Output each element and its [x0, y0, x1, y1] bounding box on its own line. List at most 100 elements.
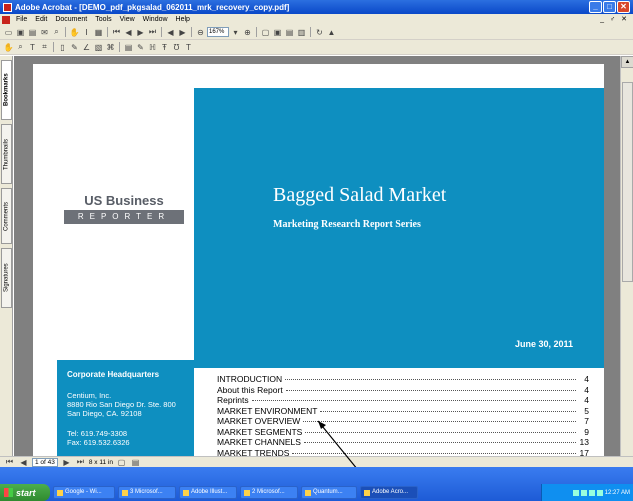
zoom-out-icon[interactable]: ⊖ [195, 27, 206, 38]
previous-page-icon[interactable]: ◀ [123, 27, 134, 38]
toc-label: MARKET TRENDS [217, 447, 290, 457]
next-page-icon[interactable]: ▶ [61, 457, 72, 468]
toc-page: 4 [584, 374, 589, 384]
go-back-icon[interactable]: ◀ [165, 27, 176, 38]
scrollbar-thumb[interactable] [622, 82, 633, 282]
reflow-icon[interactable]: ▥ [296, 27, 307, 38]
first-page-icon[interactable]: ⏮ [4, 457, 15, 468]
fit-width-icon[interactable]: ▤ [284, 27, 295, 38]
acrobat-help-icon[interactable]: ▲ [326, 27, 337, 38]
page-number-field[interactable]: 1 of 43 [32, 457, 58, 467]
antivirus-icon[interactable] [588, 489, 595, 496]
toc-entry[interactable]: INTRODUCTION 4 [217, 374, 589, 385]
hand-icon[interactable]: ✋ [3, 42, 14, 53]
zoom-dropdown-icon[interactable]: ▾ [230, 27, 241, 38]
scroll-up-arrow-icon[interactable]: ▲ [621, 56, 633, 68]
first-page-icon[interactable]: ⏮ [111, 27, 122, 38]
form-field-icon[interactable]: ▤ [123, 42, 134, 53]
search-icon[interactable]: ⌕ [51, 27, 62, 38]
toc-entry[interactable]: About this Report 4 [217, 385, 589, 396]
note-icon[interactable]: ▯ [57, 42, 68, 53]
office-icon [122, 489, 128, 496]
tab-signatures[interactable]: Signatures [1, 248, 12, 308]
taskbar-item-illustrator[interactable]: Adobe Illust... [179, 486, 237, 499]
hq-company: Centium, Inc. [67, 391, 112, 400]
minimize-button[interactable]: _ [589, 1, 602, 13]
open-icon[interactable]: ▭ [3, 27, 14, 38]
menu-view[interactable]: View [116, 16, 139, 23]
zoom-tool-icon[interactable]: ⌕ [15, 42, 26, 53]
close-button[interactable]: ✕ [617, 1, 630, 13]
start-button[interactable]: start [0, 484, 50, 501]
article-icon[interactable]: ✎ [135, 42, 146, 53]
toc-label: Reprints [217, 395, 249, 405]
pdf-page: Bagged Salad Market Marketing Research R… [33, 64, 604, 456]
previous-page-icon[interactable]: ◀ [18, 457, 29, 468]
clock[interactable]: 12:27 AM [605, 490, 630, 496]
pencil-icon[interactable]: ✎ [69, 42, 80, 53]
toc-entry[interactable]: MARKET ENVIRONMENT 5 [217, 406, 589, 417]
tab-thumbnails[interactable]: Thumbnails [1, 124, 12, 184]
acrobat-app-icon [3, 2, 12, 12]
fit-page-icon[interactable]: ▣ [272, 27, 283, 38]
toc-entry[interactable]: MARKET SEGMENTS 9 [217, 427, 589, 438]
line-icon[interactable]: ∠ [81, 42, 92, 53]
next-page-icon[interactable]: ▶ [135, 27, 146, 38]
menu-window[interactable]: Window [139, 16, 172, 23]
update-icon[interactable] [596, 489, 603, 496]
menu-edit[interactable]: Edit [31, 16, 51, 23]
taskbar-item-quantum[interactable]: Quantum... [301, 486, 357, 499]
taskbar-item-google[interactable]: Google - Wi... [53, 486, 115, 499]
hq-street: 8880 Rio San Diego Dr. Ste. 800 [67, 400, 176, 409]
toc-entry[interactable]: MARKET OVERVIEW 7 [217, 416, 589, 427]
continuous-page-icon[interactable]: ▤ [130, 457, 141, 468]
menu-document[interactable]: Document [51, 16, 91, 23]
crop-icon[interactable]: ⌗ [39, 42, 50, 53]
taskbar-item-microsoft-2[interactable]: 2 Microsof... [240, 486, 298, 499]
taskbar-item-acrobat[interactable]: Adobe Acro... [360, 486, 418, 499]
tab-comments[interactable]: Comments [1, 188, 12, 244]
zoom-level-field[interactable]: 167% [207, 27, 229, 37]
underline-icon[interactable]: Ʊ [171, 42, 182, 53]
maximize-button[interactable]: □ [603, 1, 616, 13]
acrobat-icon [364, 489, 370, 496]
touchup-text-icon[interactable]: T [27, 42, 38, 53]
network-icon[interactable] [572, 489, 579, 496]
highlight-icon[interactable]: ℍ [147, 42, 158, 53]
stamp-icon[interactable]: ▧ [93, 42, 104, 53]
toolbar-separator [256, 27, 257, 37]
rotate-icon[interactable]: ↻ [314, 27, 325, 38]
go-forward-icon[interactable]: ▶ [177, 27, 188, 38]
document-viewport[interactable]: Bagged Salad Market Marketing Research R… [14, 56, 620, 456]
tab-bookmarks[interactable]: Bookmarks [1, 60, 12, 120]
actual-size-icon[interactable]: ▢ [260, 27, 271, 38]
volume-icon[interactable] [580, 489, 587, 496]
menu-tools[interactable]: Tools [91, 16, 115, 23]
document-window-controls[interactable]: _ ♂ ✕ [600, 15, 629, 23]
link-icon[interactable]: ⌘ [105, 42, 116, 53]
save-icon[interactable]: ▣ [15, 27, 26, 38]
toc-label: About this Report [217, 384, 283, 395]
strikethrough-icon[interactable]: Ŧ [159, 42, 170, 53]
select-text-icon[interactable]: Ⅰ [81, 27, 92, 38]
toolbar-separator [107, 27, 108, 37]
toc-label: MARKET SEGMENTS [217, 426, 303, 437]
vertical-scrollbar[interactable]: ▲ [620, 56, 633, 456]
zoom-in-icon[interactable]: ⊕ [242, 27, 253, 38]
hand-tool-icon[interactable]: ✋ [69, 27, 80, 38]
menu-help[interactable]: Help [172, 16, 194, 23]
email-icon[interactable]: ✉ [39, 27, 50, 38]
text-tool-icon[interactable]: T [183, 42, 194, 53]
print-icon[interactable]: ▤ [27, 27, 38, 38]
taskbar-item-microsoft-1[interactable]: 3 Microsof... [118, 486, 176, 499]
toc-entry[interactable]: Reprints 4 [217, 395, 589, 406]
document-icon[interactable] [2, 15, 10, 24]
toc-label: MARKET CHANNELS [217, 437, 301, 447]
menu-file[interactable]: File [12, 16, 31, 23]
last-page-icon[interactable]: ⏭ [147, 27, 158, 38]
snapshot-icon[interactable]: ▦ [93, 27, 104, 38]
toc-entry[interactable]: MARKET CHANNELS 13 [217, 437, 589, 448]
toc-entry[interactable]: MARKET TRENDS 17 [217, 448, 589, 457]
single-page-icon[interactable]: ▢ [116, 457, 127, 468]
last-page-icon[interactable]: ⏭ [75, 457, 86, 468]
